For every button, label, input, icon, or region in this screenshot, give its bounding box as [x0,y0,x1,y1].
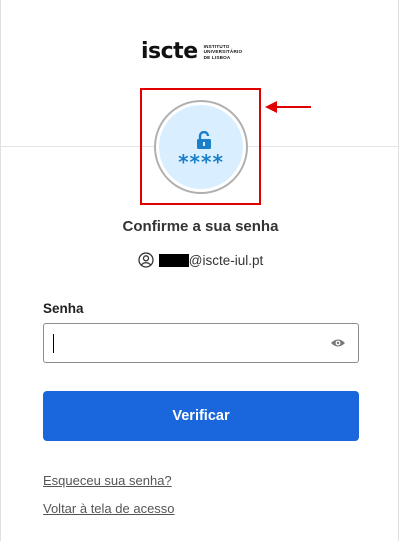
iscte-logo: iscte INSTITUTO UNIVERSITÁRIO DE LISBOA [141,40,266,64]
annotation-arrow-icon [265,101,311,113]
logo-subtitle: INSTITUTO UNIVERSITÁRIO DE LISBOA [204,44,243,61]
redacted-username [158,253,189,267]
annotation-highlight-box [140,88,261,205]
password-input[interactable] [43,323,359,363]
back-to-login-link[interactable]: Voltar à tela de acesso [43,501,175,516]
forgot-password-link[interactable]: Esqueceu sua senha? [43,473,172,488]
text-caret [53,334,54,353]
login-card: iscte INSTITUTO UNIVERSITÁRIO DE LISBOA … [0,0,399,541]
page-title: Confirme a sua senha [122,218,279,235]
password-label: Senha [43,301,84,316]
user-identity: @iscte-iul.pt [1,252,399,268]
logo-sub-line-3: DE LISBOA [203,54,231,60]
eye-icon[interactable] [330,337,346,349]
logo-wordmark: iscte [141,39,198,64]
user-circle-icon [138,252,154,268]
email-domain: @iscte-iul.pt [188,252,264,268]
verify-button[interactable]: Verificar [43,391,359,441]
